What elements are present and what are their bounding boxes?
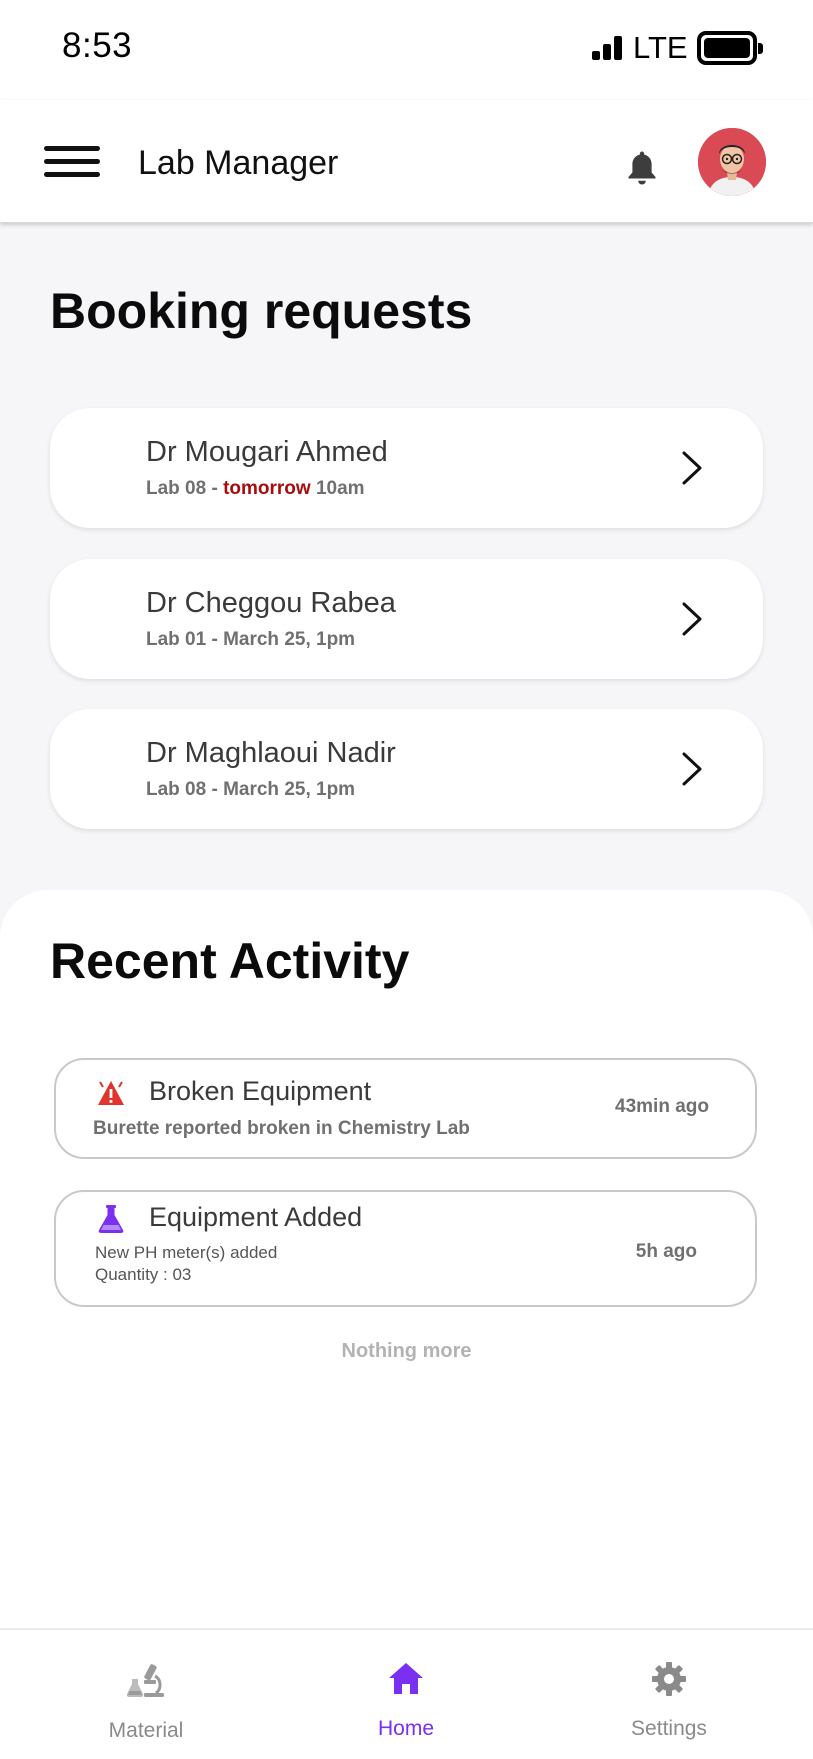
- status-time: 8:53: [62, 26, 133, 65]
- booking-lab: Lab 08 -: [146, 478, 224, 499]
- nav-item-home[interactable]: Home: [306, 1630, 506, 1759]
- booking-highlight: tomorrow: [223, 478, 311, 499]
- app-screen: 8:53 LTE Lab Manager Booking requests Dr…: [0, 0, 813, 1759]
- chevron-right-icon: [682, 602, 702, 636]
- activity-card-equipment-added[interactable]: Equipment Added New PH meter(s) added Qu…: [54, 1190, 757, 1307]
- status-bar: 8:53 LTE: [0, 0, 813, 100]
- nav-label: Material: [108, 1719, 184, 1742]
- booking-detail: Lab 08 - tomorrow 10am: [146, 478, 365, 500]
- flask-icon: [98, 1205, 124, 1233]
- warning-icon: [98, 1081, 124, 1105]
- booking-card[interactable]: Dr Cheggou Rabea Lab 01 - March 25, 1pm: [50, 559, 763, 679]
- bottom-nav: Material Home Settings: [0, 1628, 813, 1759]
- chevron-right-icon: [682, 451, 702, 485]
- bell-icon[interactable]: [624, 148, 660, 188]
- nav-label: Settings: [631, 1717, 707, 1740]
- avatar-illustration: [698, 128, 766, 196]
- booking-time: 10am: [310, 478, 365, 499]
- activity-title: Broken Equipment: [149, 1076, 372, 1106]
- avatar[interactable]: [698, 128, 766, 196]
- list-end-text: Nothing more: [341, 1340, 472, 1362]
- booking-detail: Lab 01 - March 25, 1pm: [146, 629, 356, 650]
- booking-name: Dr Cheggou Rabea: [146, 587, 396, 619]
- activity-quantity: Quantity : 03: [95, 1265, 192, 1284]
- activity-sheet: Recent Activity Broken Equipment Burette…: [0, 890, 813, 1630]
- menu-icon[interactable]: [44, 146, 100, 178]
- home-icon: [389, 1663, 423, 1694]
- nav-item-settings[interactable]: Settings: [569, 1630, 769, 1759]
- activity-card-broken-equipment[interactable]: Broken Equipment Burette reported broken…: [54, 1058, 757, 1159]
- booking-detail: Lab 08 - March 25, 1pm: [146, 779, 356, 800]
- nav-item-material[interactable]: Material: [46, 1630, 246, 1759]
- network-type: LTE: [633, 30, 688, 65]
- nav-label: Home: [377, 1717, 435, 1740]
- booking-section-title: Booking requests: [50, 283, 473, 339]
- activity-description: Burette reported broken in Chemistry Lab: [93, 1118, 470, 1139]
- booking-card[interactable]: Dr Maghlaoui Nadir Lab 08 - March 25, 1p…: [50, 709, 763, 829]
- activity-time: 5h ago: [635, 1241, 697, 1262]
- activity-section-title: Recent Activity: [50, 933, 410, 989]
- battery-icon: [697, 31, 763, 65]
- booking-name: Dr Maghlaoui Nadir: [146, 737, 396, 769]
- gear-icon: [652, 1662, 686, 1696]
- microscope-icon: [127, 1664, 164, 1697]
- activity-time: 43min ago: [615, 1096, 709, 1117]
- signal-icon: [592, 36, 623, 60]
- app-title: Lab Manager: [138, 144, 339, 182]
- booking-card[interactable]: Dr Mougari Ahmed Lab 08 - tomorrow 10am: [50, 408, 763, 528]
- chevron-right-icon: [682, 752, 702, 786]
- booking-name: Dr Mougari Ahmed: [146, 436, 388, 468]
- app-header: Lab Manager: [0, 100, 813, 223]
- activity-title: Equipment Added: [149, 1202, 363, 1232]
- activity-description: New PH meter(s) added: [95, 1243, 278, 1262]
